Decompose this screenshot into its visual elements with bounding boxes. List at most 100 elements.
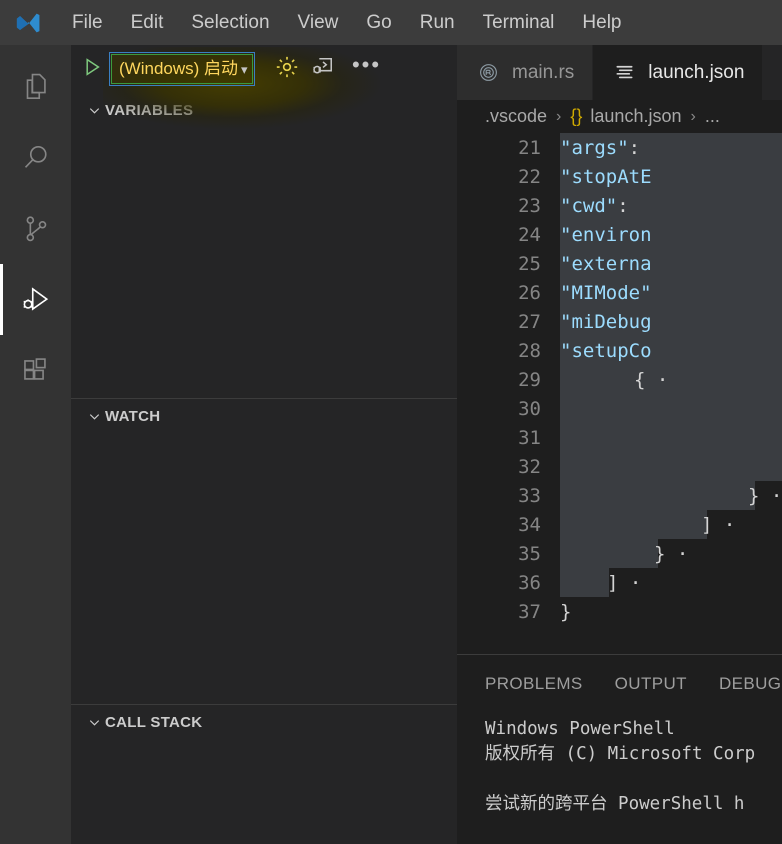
- breadcrumb-folder[interactable]: .vscode: [485, 106, 547, 127]
- code-line: ] ·: [560, 569, 782, 598]
- activity-item-extensions[interactable]: [0, 335, 71, 406]
- line-number: 31: [518, 427, 541, 449]
- rust-file-icon: [475, 60, 501, 86]
- debug-more-actions-button[interactable]: •••: [349, 51, 385, 87]
- code-line: "miDebug: [560, 308, 782, 337]
- code-token-key: "externa: [560, 253, 652, 275]
- panel-tab-problems[interactable]: PROBLEMS: [485, 655, 583, 713]
- vscode-logo-icon: [8, 0, 48, 45]
- menu-edit[interactable]: Edit: [117, 0, 178, 45]
- section-watch: WATCH: [71, 398, 457, 704]
- bottom-panel: PROBLEMS OUTPUT DEBUG CONSOLE Windows Po…: [457, 654, 782, 844]
- line-number: 32: [518, 456, 541, 478]
- tab-label-launch-json: launch.json: [648, 61, 745, 83]
- start-debugging-button[interactable]: [79, 56, 105, 82]
- line-number: 33: [518, 485, 541, 507]
- breadcrumb-symbol[interactable]: ...: [705, 106, 720, 127]
- section-title-watch: WATCH: [105, 407, 161, 425]
- terminal-line: Windows PowerShell: [485, 719, 675, 739]
- open-launch-json-button[interactable]: [269, 51, 305, 87]
- open-debug-console-icon: [310, 54, 336, 85]
- breadcrumb-file[interactable]: launch.json: [590, 106, 681, 127]
- code-token-rest: :: [617, 195, 652, 217]
- chevron-down-icon: [83, 103, 105, 118]
- tab-label-main-rs: main.rs: [512, 61, 575, 83]
- debug-configuration-select[interactable]: (Windows) 启动 ▾: [109, 52, 255, 86]
- line-number: 37: [518, 601, 541, 623]
- debug-toolbar: (Windows) 启动 ▾ •••: [71, 45, 457, 139]
- line-number: 34: [518, 514, 541, 536]
- code-token-key: "args": [560, 137, 629, 159]
- code-content[interactable]: "args": "stopAtE "cwd": "environ "extern…: [560, 133, 782, 654]
- menu-run[interactable]: Run: [406, 0, 469, 45]
- section-title-variables: VARIABLES: [105, 101, 194, 119]
- menu-view[interactable]: View: [284, 0, 353, 45]
- tab-launch-json[interactable]: launch.json: [593, 45, 764, 100]
- section-header-call-stack[interactable]: CALL STACK: [71, 705, 457, 739]
- chevron-down-icon: [83, 715, 105, 730]
- chevron-right-icon-2: ›: [690, 107, 696, 125]
- breadcrumb: .vscode › {} launch.json › ...: [457, 100, 782, 133]
- menu-items: File Edit Selection View Go Run Terminal…: [48, 0, 636, 45]
- code-token-key: "stopAtE: [560, 166, 652, 188]
- menu-file[interactable]: File: [58, 0, 117, 45]
- menu-go[interactable]: Go: [352, 0, 405, 45]
- debug-configuration-label: (Windows) 启动: [119, 59, 239, 78]
- workbench-body: (Windows) 启动 ▾ ••• VARIABLES WATCH CALL …: [0, 45, 782, 844]
- code-token-rest: ] ·: [701, 514, 736, 536]
- section-call-stack: CALL STACK: [71, 704, 457, 844]
- line-number: 35: [518, 543, 541, 565]
- activity-item-explorer[interactable]: [0, 51, 71, 122]
- panel-tabs: PROBLEMS OUTPUT DEBUG CONSOLE: [457, 655, 782, 713]
- line-number: 21: [518, 137, 541, 159]
- menu-help[interactable]: Help: [568, 0, 635, 45]
- code-line: }: [560, 598, 782, 627]
- code-line: "externa: [560, 250, 782, 279]
- line-number: 22: [518, 166, 541, 188]
- code-line: "args":: [560, 134, 782, 163]
- call-stack-tree[interactable]: [71, 739, 457, 844]
- terminal-line: 版权所有 (C) Microsoft Corp: [485, 744, 756, 764]
- code-token-rest: { ·: [634, 369, 669, 391]
- chevron-right-icon: ›: [556, 107, 562, 125]
- extensions-icon: [19, 354, 53, 388]
- open-debug-console-button[interactable]: [305, 51, 341, 87]
- panel-tab-debug-console[interactable]: DEBUG CONSOLE: [719, 655, 782, 713]
- line-number: 29: [518, 369, 541, 391]
- code-line: "setupCo: [560, 337, 782, 366]
- activity-item-source-control[interactable]: [0, 193, 71, 264]
- code-token-key: "cwd": [560, 195, 618, 217]
- source-control-icon: [19, 212, 53, 246]
- code-line: "environ: [560, 221, 782, 250]
- code-token-key: "MIMode": [560, 282, 652, 304]
- section-header-variables[interactable]: VARIABLES: [71, 93, 457, 127]
- line-number: 36: [518, 572, 541, 594]
- code-editor[interactable]: 21 22 23 24 25 26 27 28 29 30 31 32 33 3…: [457, 133, 782, 654]
- menu-terminal[interactable]: Terminal: [469, 0, 569, 45]
- chevron-down-icon: [83, 409, 105, 424]
- json-file-icon: [611, 60, 637, 86]
- activity-item-run-and-debug[interactable]: [0, 264, 71, 335]
- debug-sidebar: (Windows) 启动 ▾ ••• VARIABLES WATCH CALL …: [71, 45, 457, 844]
- watch-tree[interactable]: [71, 433, 457, 704]
- code-token-rest: }: [560, 601, 572, 623]
- tab-main-rs[interactable]: main.rs: [457, 45, 594, 100]
- code-token-rest: ] ·: [607, 572, 642, 594]
- menu-selection[interactable]: Selection: [177, 0, 283, 45]
- activity-item-search[interactable]: [0, 122, 71, 193]
- code-token-key: "miDebug: [560, 311, 652, 333]
- section-header-watch[interactable]: WATCH: [71, 399, 457, 433]
- variables-tree[interactable]: [71, 127, 457, 398]
- terminal-output[interactable]: Windows PowerShell 版权所有 (C) Microsoft Co…: [457, 713, 782, 844]
- code-token-rest: } ·: [654, 543, 689, 565]
- panel-tab-output[interactable]: OUTPUT: [615, 655, 687, 713]
- line-number: 30: [518, 398, 541, 420]
- code-line: "cwd":: [560, 192, 782, 221]
- line-number-gutter: 21 22 23 24 25 26 27 28 29 30 31 32 33 3…: [457, 133, 560, 654]
- code-line: "MIMode": [560, 279, 782, 308]
- code-line: } ·: [560, 482, 782, 511]
